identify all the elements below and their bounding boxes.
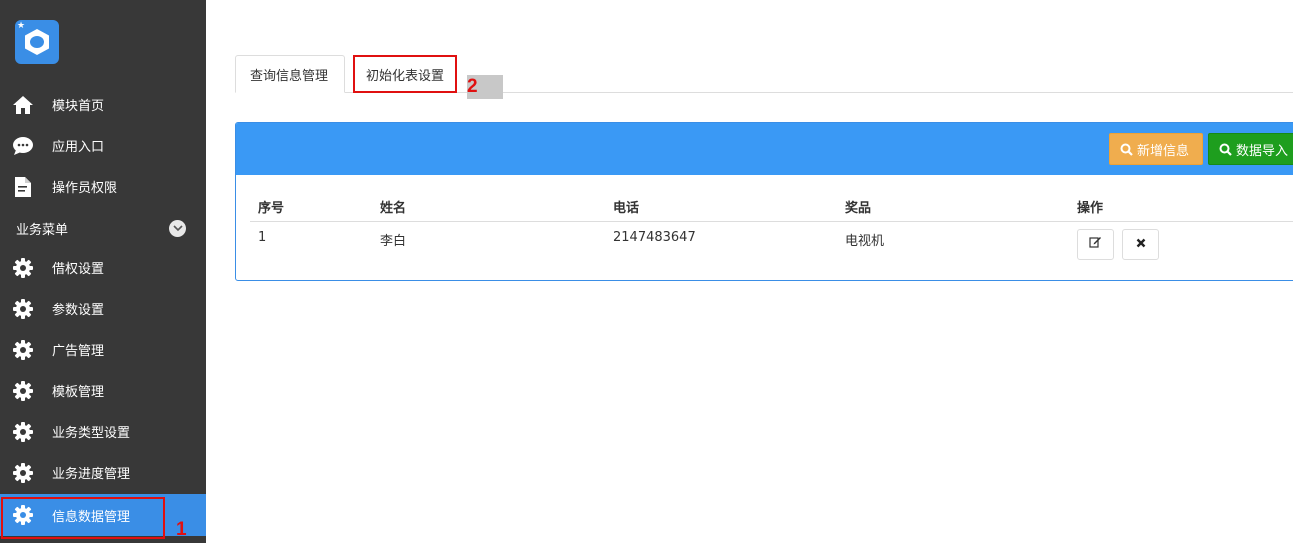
chat-icon (12, 135, 34, 157)
gear-icon (12, 257, 34, 279)
table-row: 1 李白 2147483647 电视机 (250, 221, 1293, 268)
document-icon (12, 176, 34, 198)
column-header: 序号 (250, 193, 372, 222)
close-icon (1136, 237, 1146, 252)
column-header: 奖品 (837, 193, 1069, 222)
table-header-row: 序号 姓名 电话 奖品 操作 (250, 193, 1293, 222)
tab-query-info[interactable]: 查询信息管理 (235, 55, 345, 93)
sidebar-item-label: 参数设置 (52, 303, 105, 318)
search-icon (1120, 143, 1133, 156)
add-info-button[interactable]: 新增信息 (1109, 133, 1203, 165)
sidebar-item-label: 模板管理 (52, 385, 105, 400)
annotation-number: 1 (176, 519, 187, 540)
sidebar-item-app-entry[interactable]: 应用入口 (0, 125, 206, 166)
annotation-number: 2 (467, 76, 478, 97)
data-panel: 新增信息 数据导入 序号 姓名 电话 奖品 操作 1 李白 2147483647 (235, 122, 1293, 281)
cell-index: 1 (258, 229, 267, 245)
sidebar-item-label: 业务类型设置 (52, 426, 131, 441)
sidebar-item-operator-permission[interactable]: 操作员权限 (0, 166, 206, 207)
data-import-label: 数据导入 (1236, 143, 1289, 159)
edit-button[interactable] (1077, 228, 1114, 260)
cell-phone: 2147483647 (613, 229, 696, 245)
logo-mark-icon (30, 36, 44, 48)
data-table: 序号 姓名 电话 奖品 操作 1 李白 2147483647 电视机 (250, 193, 1293, 268)
highlight-box (1, 497, 165, 539)
sidebar-item-borrow-setting[interactable]: 借权设置 (0, 247, 206, 288)
gear-icon (12, 380, 34, 402)
sidebar-item-template-management[interactable]: 模板管理 (0, 370, 206, 411)
gear-icon (12, 298, 34, 320)
chevron-down-icon[interactable] (169, 220, 186, 237)
gear-icon (12, 339, 34, 361)
edit-icon (1089, 236, 1102, 252)
home-icon (12, 94, 34, 116)
sidebar-item-business-type-setting[interactable]: 业务类型设置 (0, 411, 206, 452)
column-header: 姓名 (372, 193, 605, 222)
add-info-label: 新增信息 (1137, 143, 1190, 159)
sidebar-item-label: 操作员权限 (52, 181, 118, 196)
sidebar: ★ 模块首页 应用入口 操作员权限 业务菜单 借权设置 参数设置 广告管理 模板… (0, 0, 206, 543)
sidebar-item-home[interactable]: 模块首页 (0, 84, 206, 125)
sidebar-item-business-progress[interactable]: 业务进度管理 (0, 452, 206, 493)
column-header: 操作 (1069, 193, 1293, 222)
tab-init-table-setting[interactable]: 初始化表设置 (353, 55, 457, 93)
cell-name: 李白 (380, 233, 407, 249)
sidebar-item-label: 应用入口 (52, 140, 105, 155)
column-header: 电话 (605, 193, 837, 222)
sidebar-item-ad-management[interactable]: 广告管理 (0, 329, 206, 370)
sidebar-item-label: 模块首页 (52, 99, 105, 114)
sidebar-item-label: 借权设置 (52, 262, 105, 277)
section-label-business-menu: 业务菜单 (16, 223, 69, 238)
sidebar-item-param-setting[interactable]: 参数设置 (0, 288, 206, 329)
tab-bar: 查询信息管理 初始化表设置 (235, 55, 1293, 93)
panel-header: 新增信息 数据导入 (236, 123, 1293, 175)
cell-prize: 电视机 (845, 233, 885, 249)
gear-icon (12, 462, 34, 484)
star-icon: ★ (17, 21, 26, 31)
sidebar-item-label: 业务进度管理 (52, 467, 131, 482)
cell-actions (1069, 221, 1293, 268)
sidebar-item-label: 广告管理 (52, 344, 105, 359)
delete-button[interactable] (1122, 229, 1160, 260)
gear-icon (12, 421, 34, 443)
app-logo[interactable]: ★ (15, 20, 59, 64)
data-import-button[interactable]: 数据导入 (1208, 133, 1293, 165)
search-icon (1219, 143, 1232, 156)
